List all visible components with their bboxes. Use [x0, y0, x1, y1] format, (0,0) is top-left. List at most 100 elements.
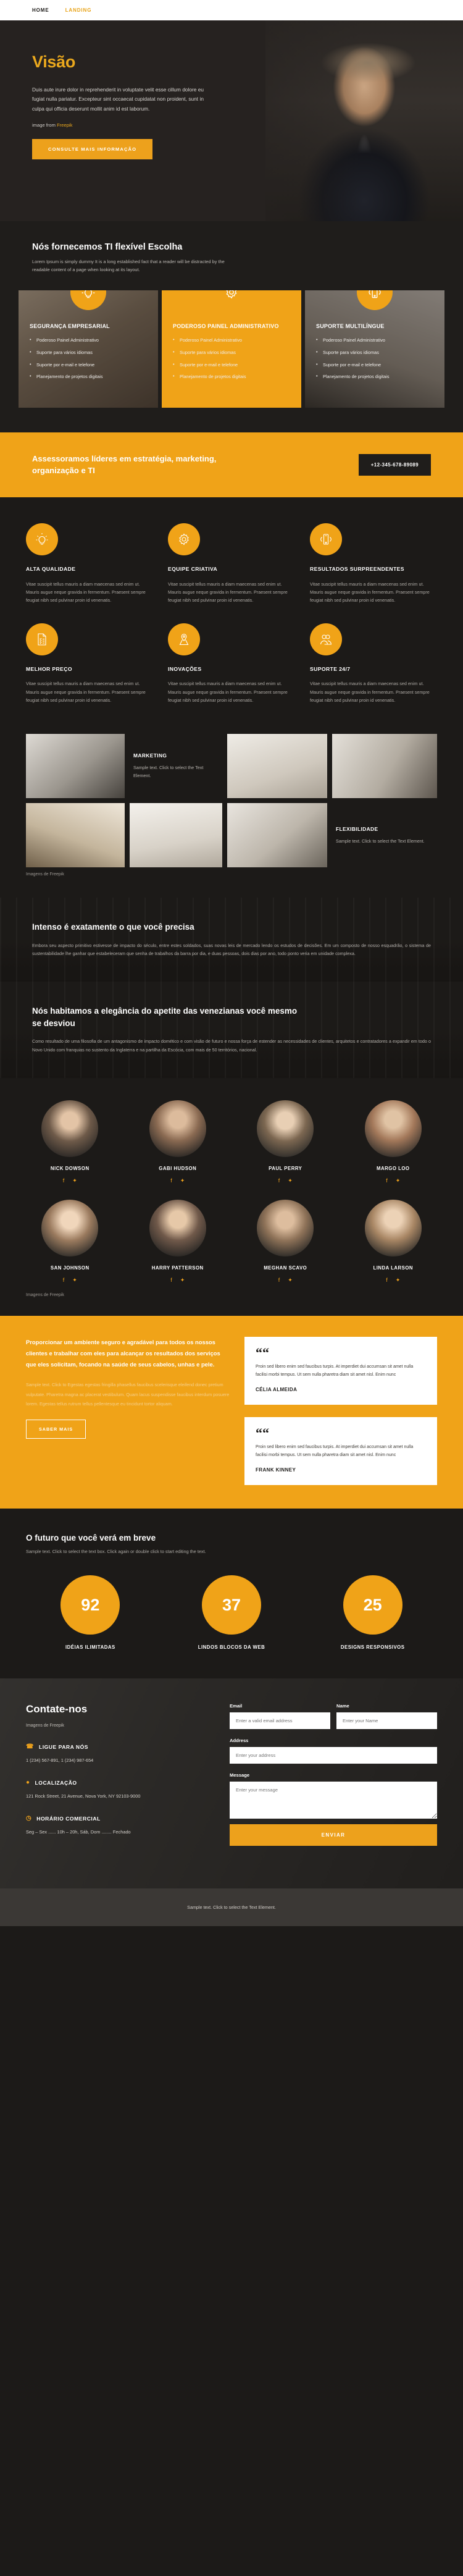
list-item: Suporte para vários idiomas — [173, 348, 290, 356]
list-item: Poderoso Painel Administrativo — [316, 336, 433, 344]
advisory-cta-banner: Assessoramos líderes em estratégia, mark… — [0, 432, 463, 498]
contact-form: Email Name Address Message ENVIAR — [230, 1703, 437, 1851]
team-member-name: HARRY PATTERSON — [151, 1265, 204, 1271]
cta-phone-number[interactable]: +12-345-678-89089 — [358, 454, 431, 476]
statement-section-intenso: Intenso é exatamente o que você precisa … — [0, 898, 463, 982]
counter-item: 92 IDÉIAS ILIMITADAS — [26, 1575, 155, 1650]
list-item: Suporte para vários idiomas — [316, 348, 433, 356]
footer-text: Sample text. Click to select the Text El… — [187, 1904, 276, 1910]
gallery-image[interactable] — [332, 734, 437, 799]
hero-description: Duis aute irure dolor in reprehenderit i… — [32, 86, 204, 112]
gallery-image[interactable] — [227, 803, 327, 868]
service-card-multilingual[interactable]: SUPORTE MULTILÍNGUE Poderoso Painel Admi… — [305, 290, 444, 408]
nav-item-home[interactable]: HOME — [32, 7, 49, 13]
counter-label: IDÉIAS ILIMITADAS — [65, 1644, 115, 1651]
facebook-icon[interactable]: f — [63, 1277, 65, 1283]
contact-info: Contate-nos Imagens de Freepik ☎ LIGUE P… — [26, 1703, 211, 1851]
gallery-image[interactable] — [26, 803, 125, 868]
facebook-icon[interactable]: f — [278, 1177, 280, 1184]
feature-title: SUPORTE 24/7 — [310, 665, 351, 672]
counter-value: 25 — [363, 1595, 382, 1614]
map-pin-icon — [168, 623, 200, 655]
team-member-name: GABI HUDSON — [159, 1165, 197, 1171]
contact-block-hours: ◷ HORÁRIO COMERCIAL Seg – Sex ...... 10h… — [26, 1815, 211, 1837]
list-item: Planejamento de projetos digitais — [316, 373, 433, 381]
hero-cta-button[interactable]: CONSULTE MAIS INFORMAÇÃO — [32, 139, 153, 160]
gallery-image[interactable] — [26, 734, 125, 799]
facebook-icon[interactable]: f — [386, 1177, 388, 1184]
counter-label: DESIGNS RESPONSIVOS — [340, 1644, 405, 1651]
team-member: NICK DOWSON f ✦ — [21, 1100, 119, 1184]
avatar — [257, 1100, 314, 1157]
service-card-list: Poderoso Painel Administrativo Suporte p… — [316, 336, 433, 381]
feature-title: INOVAÇÕES — [168, 665, 202, 672]
contact-block-title: HORÁRIO COMERCIAL — [36, 1815, 101, 1822]
message-field-group: Message — [230, 1772, 437, 1822]
contact-block-value[interactable]: 1 (234) 567-891, 1 (234) 987-654 — [26, 1757, 211, 1765]
counter-value: 37 — [222, 1595, 241, 1614]
message-input[interactable] — [230, 1782, 437, 1819]
feature-melhor-preco: MELHOR PREÇO Vitae suscipit tellus mauri… — [26, 623, 153, 704]
top-navigation: HOME LANDING — [0, 0, 463, 20]
email-input[interactable] — [230, 1712, 330, 1730]
freepik-link[interactable]: Freepik — [57, 122, 72, 128]
twitter-icon[interactable]: ✦ — [180, 1177, 185, 1184]
team-member: PAUL PERRY f ✦ — [236, 1100, 335, 1184]
counter-item: 25 DESIGNS RESPONSIVOS — [308, 1575, 437, 1650]
testimonial-author: CÉLIA ALMEIDA — [256, 1386, 298, 1392]
feature-text: Vitae suscipit tellus mauris a diam maec… — [168, 681, 288, 703]
team-member-name: NICK DOWSON — [50, 1165, 90, 1171]
contact-block-value: 121 Rock Street, 21 Avenue, Nova York, N… — [26, 1793, 141, 1799]
facebook-icon[interactable]: f — [170, 1277, 172, 1283]
learn-more-button[interactable]: SABER MAIS — [26, 1419, 86, 1439]
quote-icon: ““ — [256, 1344, 269, 1360]
twitter-icon[interactable]: ✦ — [288, 1177, 293, 1184]
gallery-image[interactable] — [227, 734, 327, 799]
testimonials-section: Proporcionar um ambiente seguro e agradá… — [0, 1315, 463, 1509]
nav-item-landing[interactable]: LANDING — [65, 7, 92, 13]
facebook-icon[interactable]: f — [170, 1177, 172, 1184]
team-member: LINDA LARSON f ✦ — [344, 1199, 443, 1283]
statement-title: Nós habitamos a elegância do apetite das… — [32, 1006, 298, 1028]
twitter-icon[interactable]: ✦ — [180, 1277, 185, 1283]
list-item: Poderoso Painel Administrativo — [30, 336, 147, 344]
feature-text: Vitae suscipit tellus mauris a diam maec… — [310, 581, 430, 604]
cta-banner-title: Assessoramos líderes em estratégia, mark… — [32, 453, 217, 475]
contact-section: Contate-nos Imagens de Freepik ☎ LIGUE P… — [0, 1678, 463, 1888]
list-item: Suporte para vários idiomas — [30, 348, 147, 356]
twitter-icon[interactable]: ✦ — [288, 1277, 293, 1283]
counter-circle: 37 — [201, 1575, 261, 1635]
service-card-security[interactable]: SEGURANÇA EMPRESARIAL Poderoso Painel Ad… — [19, 290, 158, 408]
facebook-icon[interactable]: f — [63, 1177, 65, 1184]
twitter-icon[interactable]: ✦ — [396, 1277, 401, 1283]
service-card-list: Poderoso Painel Administrativo Suporte p… — [173, 336, 290, 381]
team-member: SAN JOHNSON f ✦ — [21, 1199, 119, 1283]
team-member-name: SAN JOHNSON — [50, 1265, 90, 1271]
facebook-icon[interactable]: f — [278, 1277, 280, 1283]
twitter-icon[interactable]: ✦ — [72, 1177, 77, 1184]
address-input[interactable] — [230, 1747, 437, 1764]
feature-text: Vitae suscipit tellus mauris a diam maec… — [26, 581, 146, 604]
twitter-icon[interactable]: ✦ — [396, 1177, 401, 1184]
feature-equipe-criativa: EQUIPE CRIATIVA Vitae suscipit tellus ma… — [168, 523, 295, 604]
submit-button[interactable]: ENVIAR — [230, 1824, 437, 1846]
gallery-caption-marketing: MARKETING Sample text. Click to select t… — [130, 734, 222, 798]
twitter-icon[interactable]: ✦ — [72, 1277, 77, 1283]
counter-item: 37 LINDOS BLOCOS DA WEB — [167, 1575, 296, 1650]
testimonials-intro: Proporcionar um ambiente seguro e agradá… — [26, 1337, 230, 1486]
name-input[interactable] — [336, 1712, 437, 1730]
testimonial-text: Proin sed libero enim sed faucibus turpi… — [256, 1445, 414, 1458]
team-member-name: MEGHAN SCAVO — [264, 1265, 307, 1271]
list-item: Suporte por e-mail e telefone — [30, 361, 147, 369]
services-card-row: SEGURANÇA EMPRESARIAL Poderoso Painel Ad… — [0, 290, 463, 408]
contact-block-location: ● LOCALIZAÇÃO 121 Rock Street, 21 Avenue… — [26, 1779, 211, 1801]
testimonial-text: Proin sed libero enim sed faucibus turpi… — [256, 1364, 414, 1377]
contact-block-title: LOCALIZAÇÃO — [35, 1779, 77, 1786]
avatar — [149, 1100, 206, 1157]
facebook-icon[interactable]: f — [386, 1277, 388, 1283]
service-card-admin-panel[interactable]: PODEROSO PAINEL ADMINISTRATIVO Poderoso … — [162, 290, 301, 408]
services-subtitle: Lorem Ipsum is simply dummy It is a long… — [32, 259, 225, 273]
lightbulb-icon — [26, 523, 58, 556]
gallery-caption-text: Sample text. Click to select the Text El… — [336, 838, 425, 844]
gallery-image[interactable] — [130, 803, 222, 868]
